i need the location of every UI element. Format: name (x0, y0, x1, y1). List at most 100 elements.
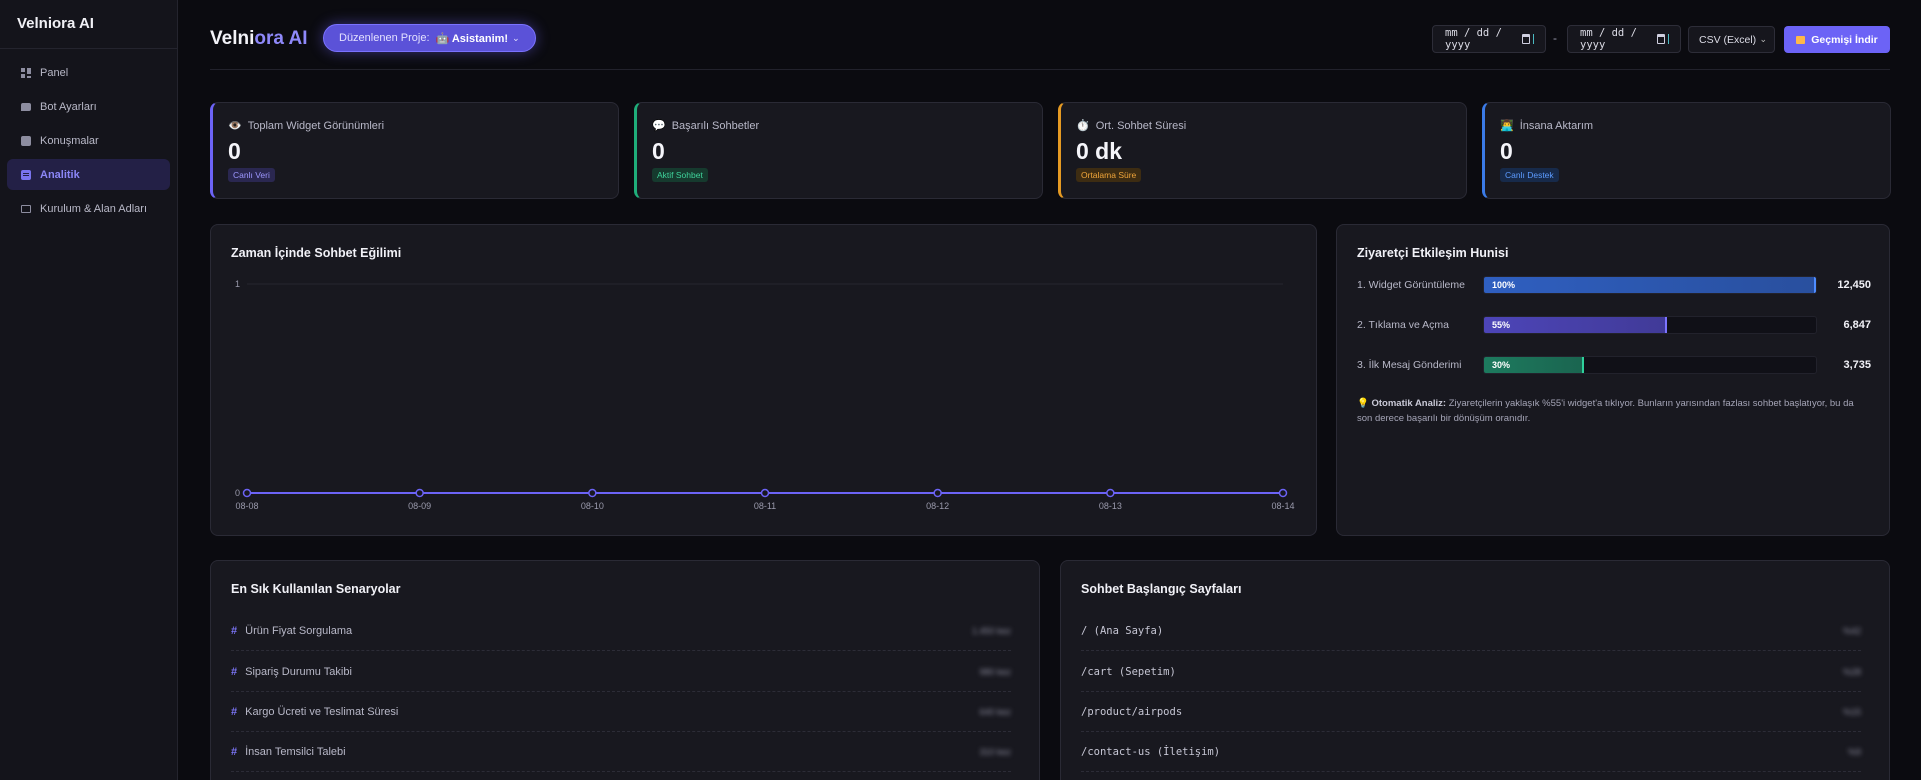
speech-bubble-icon: 💬 (652, 120, 666, 132)
note-heading: Otomatik Analiz: (1371, 398, 1447, 409)
export-format-value: CSV (Excel) (1699, 33, 1757, 46)
chart-point (1106, 488, 1115, 498)
download-history-button[interactable]: Geçmişi İndir (1784, 26, 1890, 53)
funnel-row-value: 12,450 (1837, 279, 1871, 291)
stat-card-human-handoff: 👨‍💻 İnsana Aktarım 0 Canlı Destek (1482, 102, 1891, 199)
calendar-icon[interactable] (1656, 34, 1666, 44)
project-selector[interactable]: Düzenlenen Proje: 🤖 Asistanim! ⌄ (323, 24, 536, 52)
spinner-icon (1668, 34, 1672, 44)
inbox-icon (1796, 35, 1806, 44)
funnel-bar-track: 55% (1483, 316, 1817, 334)
download-label: Geçmişi İndir (1811, 33, 1878, 46)
technician-icon: 👨‍💻 (1500, 120, 1514, 132)
list-item[interactable]: # Ürün Fiyat Sorgulama 1.450 kez (231, 611, 1011, 651)
sidebar-item-setup-domains[interactable]: Kurulum & Alan Adları (7, 193, 170, 224)
top-scenarios-card: En Sık Kullanılan Senaryolar # Ürün Fiya… (210, 560, 1040, 780)
stat-card-widget-views: 👁️ Toplam Widget Görünümleri 0 Canlı Veri (210, 102, 619, 199)
chart-point (415, 488, 424, 498)
list-item[interactable]: /product/airpods %15 (1081, 692, 1861, 732)
list-item-count: %28 (1842, 666, 1861, 677)
list-item[interactable]: # İnsan Temsilci Talebi 310 kez (231, 732, 1011, 772)
x-tick-label: 08-14 (1271, 501, 1294, 511)
stopwatch-icon: ⏱️ (1076, 120, 1090, 132)
auto-analysis-note: 💡 Otomatik Analiz: Ziyaretçilerin yaklaş… (1357, 396, 1871, 426)
sidebar-item-label: Kurulum & Alan Adları (40, 202, 148, 215)
monitor-icon (21, 204, 31, 213)
list-item[interactable]: /contact-us (İletişim) %9 (1081, 732, 1861, 772)
funnel-percent: 30% (1492, 360, 1511, 370)
funnel-bar-track: 30% (1483, 356, 1817, 374)
x-tick-label: 08-13 (1099, 501, 1122, 511)
title-main: Velni (210, 28, 255, 49)
funnel-row-label: 2. Tıklama ve Açma (1357, 319, 1450, 331)
list-item[interactable]: # Kargo Ücreti ve Teslimat Süresi 640 ke… (231, 692, 1011, 732)
hash-icon: # (231, 745, 238, 758)
dashboard-icon (21, 67, 31, 78)
list-item-label: Sipariş Durumu Takibi (245, 665, 352, 678)
sidebar-item-label: Konuşmalar (40, 134, 99, 147)
eye-icon: 👁️ (228, 120, 242, 132)
list-item[interactable]: / (Ana Sayfa) %42 (1081, 611, 1861, 651)
x-tick-label: 08-08 (235, 501, 258, 511)
x-tick-label: 08-09 (408, 501, 431, 511)
funnel-row: 3. İlk Mesaj Gönderimi 30% 3,735 (1357, 355, 1871, 375)
chart-point (588, 488, 597, 498)
sidebar-item-bot-settings[interactable]: Bot Ayarları (7, 91, 170, 122)
list-item[interactable]: # Sipariş Durumu Takibi 980 kez (231, 652, 1011, 692)
date-to-input[interactable]: mm / dd / yyyy (1567, 25, 1681, 53)
status-badge: Canlı Destek (1500, 168, 1559, 182)
list-item-label: Ürün Fiyat Sorgulama (245, 624, 353, 637)
stat-label: İnsana Aktarım (1519, 119, 1594, 132)
stat-label: Ort. Sohbet Süresi (1095, 119, 1187, 132)
stat-label: Toplam Widget Görünümleri (247, 119, 385, 132)
hash-icon: # (231, 624, 238, 637)
chat-trend-chart: 0 1 08-08 08-09 08-10 08-11 08-12 08-13 08-14 (235, 279, 1295, 511)
funnel-row: 1. Widget Görüntüleme 100% 12,450 (1357, 275, 1871, 295)
date-from-placeholder: mm / dd / yyyy (1445, 27, 1502, 51)
list-item-label: İnsan Temsilci Talebi (245, 745, 346, 758)
funnel-title: Ziyaretçi Etkileşim Hunisi (1357, 246, 1509, 260)
funnel-bar-fill: 100% (1484, 277, 1816, 293)
chart-point (760, 488, 770, 498)
stat-value: 0 (228, 138, 241, 164)
list-item-count: %9 (1847, 746, 1861, 757)
chart-point (242, 488, 252, 498)
sidebar-item-analytics[interactable]: Analitik (7, 159, 170, 190)
lightbulb-icon: 💡 (1357, 398, 1369, 409)
funnel-percent: 55% (1492, 320, 1511, 330)
chart-point (933, 488, 942, 498)
sidebar-item-conversations[interactable]: Konuşmalar (7, 125, 170, 156)
funnel-percent: 100% (1492, 280, 1516, 290)
chevron-down-icon: ⌄ (512, 32, 520, 43)
sidebar-item-label: Panel (40, 66, 69, 79)
list-item-count: 640 kez (979, 706, 1011, 717)
sidebar-item-panel[interactable]: Panel (7, 57, 170, 88)
funnel-row-value: 3,735 (1843, 359, 1871, 371)
list-item[interactable]: /cart (Sepetim) %28 (1081, 652, 1861, 692)
spinner-icon (1533, 34, 1537, 44)
page-header: Velniora AI Düzenlenen Proje: 🤖 Asistani… (210, 20, 1890, 70)
engagement-funnel-card: Ziyaretçi Etkileşim Hunisi 1. Widget Gör… (1336, 224, 1890, 536)
y-tick-label: 0 (235, 488, 240, 498)
brand-logo: Velniora AI (0, 0, 177, 49)
x-tick-label: 08-11 (754, 501, 776, 511)
chat-start-pages-card: Sohbet Başlangıç Sayfaları / (Ana Sayfa)… (1060, 560, 1890, 780)
date-to-placeholder: mm / dd / yyyy (1580, 27, 1637, 51)
list-item-label: Kargo Ücreti ve Teslimat Süresi (245, 705, 399, 718)
funnel-row: 2. Tıklama ve Açma 55% 6,847 (1357, 315, 1871, 335)
date-from-input[interactable]: mm / dd / yyyy (1432, 25, 1546, 53)
list-item-label: /cart (Sepetim) (1081, 665, 1176, 678)
stat-value: 0 (652, 138, 665, 164)
export-format-select[interactable]: CSV (Excel) ⌄ (1688, 26, 1775, 53)
chat-trend-chart-card: Zaman İçinde Sohbet Eğilimi 0 1 08-08 08-09… (210, 224, 1317, 536)
project-label: Düzenlenen Proje: (339, 32, 430, 44)
funnel-bar-fill: 55% (1484, 317, 1667, 333)
calendar-icon[interactable] (1521, 34, 1531, 44)
pages-title: Sohbet Başlangıç Sayfaları (1081, 582, 1242, 596)
list-item-label: /product/airpods (1081, 705, 1183, 718)
funnel-row-label: 3. İlk Mesaj Gönderimi (1357, 359, 1462, 371)
x-tick-label: 08-10 (581, 501, 604, 511)
sidebar-nav: Panel Bot Ayarları Konuşmalar Analitik K… (0, 49, 177, 235)
stat-card-avg-duration: ⏱️ Ort. Sohbet Süresi 0 dk Ortalama Süre (1058, 102, 1467, 199)
date-separator: - (1553, 31, 1557, 45)
